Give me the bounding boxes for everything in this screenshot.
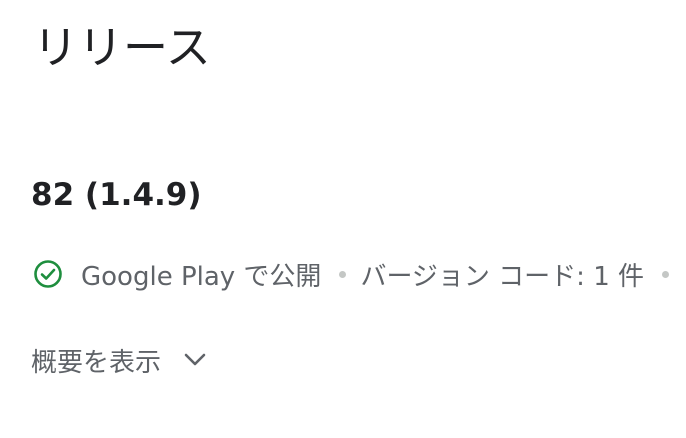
release-title: 82 (1.4.9)	[31, 177, 202, 213]
page-title: リリース	[33, 21, 211, 74]
release-status-label: Google Play で公開	[81, 261, 322, 292]
version-code-count: バージョン コード: 1 件	[360, 261, 645, 292]
show-summary-button[interactable]: 概要を表示	[31, 340, 209, 380]
separator-dot	[662, 270, 670, 278]
chevron-down-icon	[184, 353, 206, 366]
show-summary-label: 概要を表示	[31, 347, 162, 378]
release-page: リリース 82 (1.4.9) Google Play で公開 バージョン コー…	[0, 0, 686, 438]
release-status-row: Google Play で公開 バージョン コード: 1 件	[33, 254, 686, 294]
check-circle-icon	[34, 260, 62, 288]
separator-dot	[339, 270, 347, 278]
